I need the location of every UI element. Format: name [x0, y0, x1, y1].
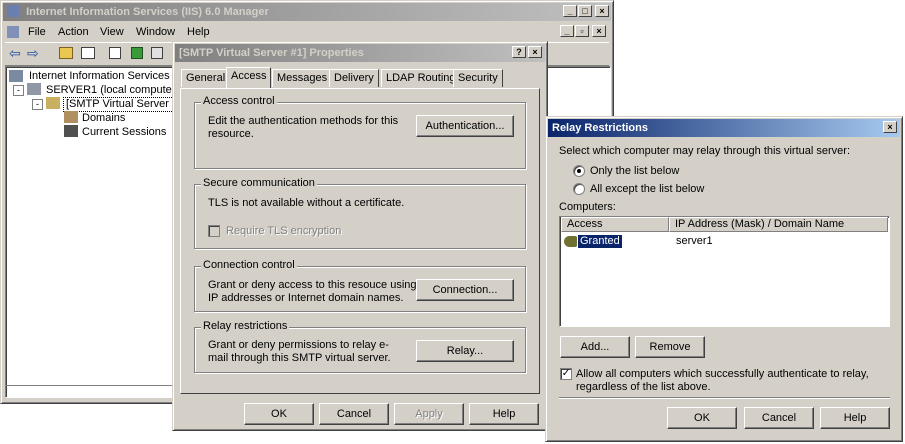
access-control-label: Access control — [201, 95, 277, 107]
props-title: [SMTP Virtual Server #1] Properties — [179, 47, 364, 59]
properties-icon[interactable] — [109, 47, 121, 59]
sessions-icon — [64, 125, 78, 137]
back-arrow-icon[interactable]: ⇦ — [9, 46, 23, 60]
column-header-address[interactable]: IP Address (Mask) / Domain Name — [669, 217, 888, 232]
connection-button[interactable]: Connection... — [416, 279, 514, 301]
props-help-bottom-button[interactable]: Help — [469, 403, 539, 425]
tab-ldap-routing[interactable]: LDAP Routing — [381, 69, 461, 87]
iis-menu-bar: File Action View Window Help _ ▫ × — [5, 23, 609, 41]
allow-authenticated-checkbox[interactable]: ✓ — [560, 368, 572, 380]
menu-view[interactable]: View — [100, 26, 124, 39]
add-button[interactable]: Add... — [560, 336, 630, 358]
forward-arrow-icon[interactable]: ⇨ — [27, 46, 41, 60]
access-control-group: Access control Edit the authentication m… — [194, 95, 526, 169]
export-icon[interactable] — [151, 47, 163, 59]
access-control-text: Edit the authentication methods for this… — [208, 115, 399, 140]
iis-close-button[interactable]: × — [595, 5, 609, 17]
only-list-radio[interactable] — [573, 165, 585, 177]
tree-item-sessions[interactable]: Current Sessions — [82, 126, 166, 139]
table-row[interactable]: Granted server1 — [561, 234, 889, 249]
remove-button[interactable]: Remove — [635, 336, 705, 358]
tree-item-server[interactable]: SERVER1 (local computer) — [46, 84, 179, 97]
computers-list[interactable]: Access IP Address (Mask) / Domain Name G… — [559, 216, 890, 327]
secure-communication-label: Secure communication — [201, 177, 317, 189]
all-except-label[interactable]: All except the list below — [590, 183, 704, 196]
column-header-access[interactable]: Access — [561, 217, 669, 232]
refresh-icon[interactable] — [131, 47, 143, 59]
tab-access[interactable]: Access — [226, 67, 272, 88]
relay-close-button[interactable]: × — [883, 121, 897, 133]
tls-status-text: TLS is not available without a certifica… — [208, 197, 405, 209]
props-title-bar[interactable]: [SMTP Virtual Server #1] Properties — [175, 44, 545, 62]
iis-maximize-button[interactable]: □ — [578, 5, 592, 17]
relay-ok-button[interactable]: OK — [667, 407, 737, 429]
relay-help-button[interactable]: Help — [820, 407, 890, 429]
tab-messages[interactable]: Messages — [272, 69, 333, 87]
props-tab-strip: General Access Messages Delivery LDAP Ro… — [181, 67, 543, 89]
relay-button[interactable]: Relay... — [416, 340, 514, 362]
separator — [559, 397, 890, 399]
server-icon — [27, 83, 41, 95]
all-except-radio[interactable] — [573, 183, 585, 195]
collapse-icon[interactable]: - — [32, 99, 43, 110]
connection-control-group: Connection control Grant or deny access … — [194, 259, 526, 312]
props-cancel-button[interactable]: Cancel — [319, 403, 389, 425]
show-tree-icon[interactable] — [81, 47, 95, 59]
tree-item-domains[interactable]: Domains — [82, 112, 125, 125]
relay-title-bar[interactable]: Relay Restrictions — [548, 119, 900, 137]
mdi-restore-button[interactable]: ▫ — [575, 25, 589, 37]
relay-restrictions-label: Relay restrictions — [201, 320, 290, 332]
connection-control-text: Grant or deny access to this resouce usi… — [208, 279, 417, 304]
domains-icon — [64, 111, 78, 123]
require-tls-label: Require TLS encryption — [226, 225, 342, 237]
iis-root-icon — [9, 70, 23, 82]
iis-minimize-button[interactable]: _ — [563, 5, 577, 17]
props-close-button[interactable]: × — [528, 46, 542, 58]
tab-general[interactable]: General — [181, 69, 231, 87]
tree-item-iis[interactable]: Internet Information Services — [29, 70, 170, 83]
require-tls-checkbox[interactable] — [208, 225, 220, 237]
tab-delivery[interactable]: Delivery — [329, 69, 379, 87]
iis-app-icon — [7, 5, 19, 17]
doc-icon — [7, 26, 19, 38]
authentication-button[interactable]: Authentication... — [416, 115, 514, 137]
collapse-icon[interactable]: - — [13, 85, 24, 96]
iis-title: Internet Information Services (IIS) 6.0 … — [26, 6, 269, 18]
row-address: server1 — [676, 235, 713, 247]
menu-action[interactable]: Action — [58, 26, 89, 39]
key-icon — [564, 236, 577, 247]
computers-label: Computers: — [559, 201, 616, 213]
mdi-close-button[interactable]: × — [592, 25, 606, 37]
props-ok-button[interactable]: OK — [244, 403, 314, 425]
menu-help[interactable]: Help — [187, 26, 210, 39]
row-access: Granted — [578, 235, 622, 248]
relay-prompt: Select which computer may relay through … — [559, 145, 851, 157]
allow-authenticated-label[interactable]: Allow all computers which successfully a… — [576, 368, 892, 394]
only-list-label[interactable]: Only the list below — [590, 165, 679, 178]
iis-title-bar[interactable]: Internet Information Services (IIS) 6.0 … — [3, 3, 611, 21]
tree-pane: Internet Information Services - SERVER1 … — [5, 66, 191, 398]
menu-file[interactable]: File — [28, 26, 46, 39]
tab-security[interactable]: Security — [453, 69, 503, 87]
menu-window[interactable]: Window — [136, 26, 175, 39]
secure-communication-group: Secure communication TLS is not availabl… — [194, 177, 526, 249]
relay-restrictions-dialog: Relay Restrictions × Select which comput… — [545, 116, 903, 442]
mdi-minimize-button[interactable]: _ — [560, 25, 574, 37]
relay-cancel-button[interactable]: Cancel — [744, 407, 814, 429]
smtp-server-icon — [46, 97, 60, 109]
connection-control-label: Connection control — [201, 259, 297, 271]
props-help-button[interactable]: ? — [512, 46, 526, 58]
relay-title: Relay Restrictions — [552, 122, 648, 134]
up-folder-icon[interactable] — [59, 47, 73, 59]
smtp-properties-dialog: [SMTP Virtual Server #1] Properties ? × … — [172, 41, 548, 431]
props-apply-button[interactable]: Apply — [394, 403, 464, 425]
relay-restrictions-group: Relay restrictions Grant or deny permiss… — [194, 320, 526, 373]
relay-restrictions-text: Grant or deny permissions to relay e-mai… — [208, 339, 391, 364]
